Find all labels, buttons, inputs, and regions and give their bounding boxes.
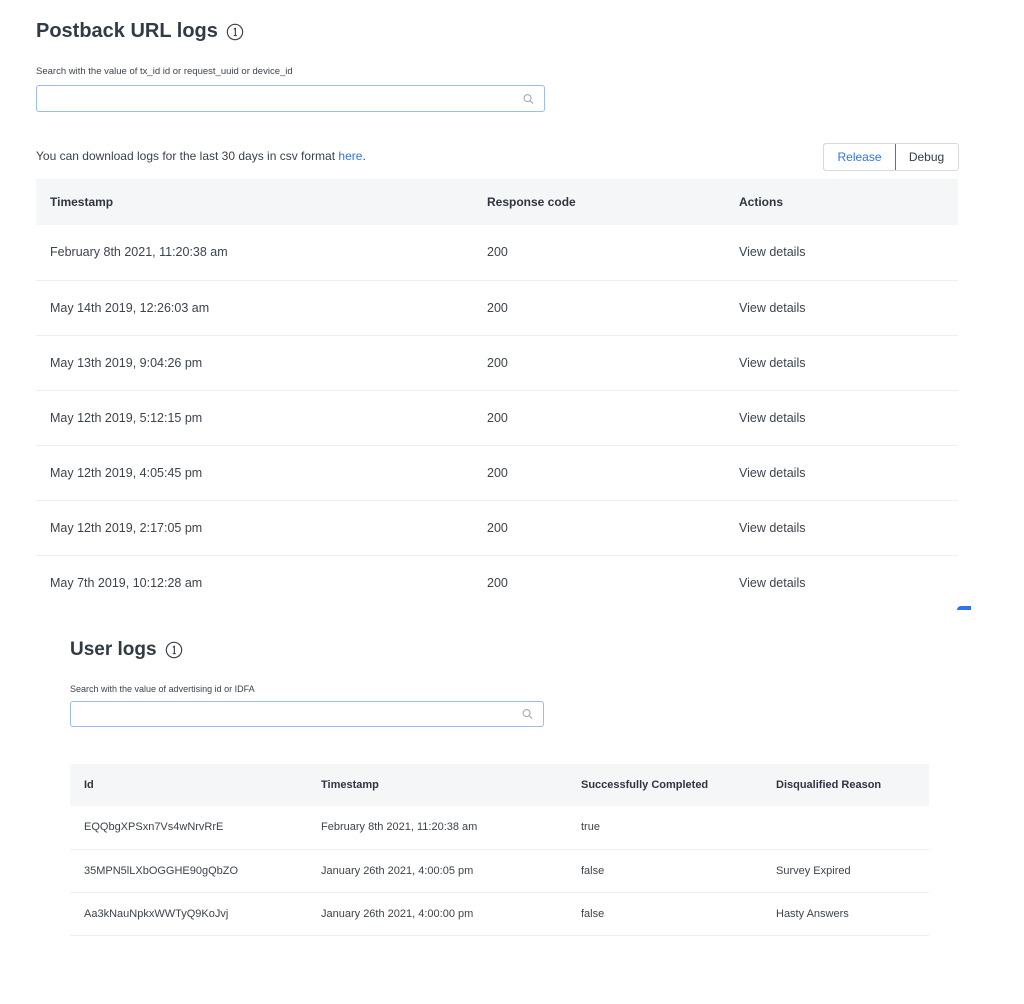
column-header-completed: Successfully Completed (581, 779, 709, 791)
postback-search-label: Search with the value of tx_id id or req… (36, 66, 293, 77)
info-icon[interactable] (165, 641, 183, 659)
table-row: May 7th 2019, 10:12:28 am 200 View detai… (36, 555, 958, 610)
row-timestamp: January 26th 2021, 4:00:00 pm (321, 907, 474, 920)
debug-toggle-button[interactable]: Debug (896, 144, 957, 170)
row-response-code: 200 (487, 300, 508, 315)
column-header-disqualified-reason: Disqualified Reason (776, 779, 882, 791)
table-row: May 13th 2019, 9:04:26 pm 200 View detai… (36, 335, 958, 390)
userlogs-title-text: User logs (70, 639, 157, 660)
table-row: EQQbgXPSxn7Vs4wNrvRrE February 8th 2021,… (70, 806, 929, 849)
row-response-code: 200 (487, 465, 508, 480)
table-row: 35MPN5lLXbOGGHE90gQbZO January 26th 2021… (70, 849, 929, 892)
table-row: Aa3kNauNpkxWWTyQ9KoJvj January 26th 2021… (70, 892, 929, 935)
view-details-link[interactable]: View details (739, 280, 958, 335)
row-completed: true (581, 821, 600, 834)
column-header-timestamp: Timestamp (50, 195, 114, 209)
row-id: 35MPN5lLXbOGGHE90gQbZO (84, 864, 239, 877)
table-row: May 14th 2019, 12:26:03 am 200 View deta… (36, 280, 958, 335)
column-header-actions: Actions (739, 195, 784, 209)
postback-search-input[interactable] (37, 86, 544, 111)
row-reason: Hasty Answers (776, 907, 849, 920)
view-details-link[interactable]: View details (739, 225, 958, 280)
search-icon[interactable] (522, 709, 533, 720)
view-details-link[interactable]: View details (739, 500, 958, 555)
userlogs-search-input[interactable] (71, 702, 543, 726)
download-here-link[interactable]: here (338, 149, 362, 163)
postback-search-box (36, 85, 545, 112)
userlogs-search-label: Search with the value of advertising id … (70, 684, 255, 694)
row-completed: false (581, 907, 605, 920)
row-completed: false (581, 864, 605, 877)
table-row: May 12th 2019, 5:12:15 pm 200 View detai… (36, 390, 958, 445)
postback-title-text: Postback URL logs (36, 20, 218, 42)
search-icon[interactable] (523, 93, 534, 104)
row-timestamp: February 8th 2021, 11:20:38 am (50, 245, 228, 260)
userlogs-search-box (70, 701, 544, 727)
column-header-response-code: Response code (487, 195, 576, 209)
user-log-table: Id Timestamp Successfully Completed Disq… (70, 764, 929, 936)
row-timestamp: May 13th 2019, 9:04:26 pm (50, 355, 203, 370)
row-id: Aa3kNauNpkxWWTyQ9KoJvj (84, 907, 229, 920)
row-timestamp: May 12th 2019, 4:05:45 pm (50, 465, 203, 480)
view-details-link[interactable]: View details (739, 445, 958, 500)
view-details-link[interactable]: View details (739, 390, 958, 445)
row-reason (776, 806, 929, 849)
view-details-link[interactable]: View details (739, 335, 958, 390)
edge-marker (957, 606, 971, 610)
row-timestamp: January 26th 2021, 4:00:05 pm (321, 864, 474, 877)
row-response-code: 200 (487, 520, 508, 535)
row-response-code: 200 (487, 575, 508, 590)
table-row: May 12th 2019, 2:17:05 pm 200 View detai… (36, 500, 958, 555)
view-details-link[interactable]: View details (739, 555, 958, 610)
info-icon[interactable] (226, 23, 244, 41)
row-timestamp: May 12th 2019, 5:12:15 pm (50, 410, 203, 425)
download-note-text: You can download logs for the last 30 da… (36, 149, 336, 163)
row-response-code: 200 (487, 355, 508, 370)
row-reason: Survey Expired (776, 864, 851, 877)
row-response-code: 200 (487, 410, 508, 425)
postback-table-header: Timestamp Response code Actions (36, 179, 958, 225)
row-timestamp: May 12th 2019, 2:17:05 pm (50, 520, 203, 535)
row-id: EQQbgXPSxn7Vs4wNrvRrE (84, 821, 224, 834)
row-response-code: 200 (487, 245, 508, 260)
row-timestamp: May 7th 2019, 10:12:28 am (50, 575, 203, 590)
postback-log-table: Timestamp Response code Actions February… (36, 179, 958, 610)
download-note: You can download logs for the last 30 da… (36, 149, 366, 163)
userlogs-title: User logs (70, 639, 183, 661)
postback-title: Postback URL logs (36, 20, 244, 43)
row-timestamp: May 14th 2019, 12:26:03 am (50, 300, 210, 315)
log-mode-toggle: Release Debug (823, 143, 959, 171)
column-header-timestamp: Timestamp (321, 779, 379, 791)
table-row: February 8th 2021, 11:20:38 am 200 View … (36, 225, 958, 280)
userlogs-table-header: Id Timestamp Successfully Completed Disq… (70, 764, 929, 806)
release-toggle-button[interactable]: Release (824, 144, 896, 170)
download-note-suffix: . (362, 149, 366, 163)
table-row: May 12th 2019, 4:05:45 pm 200 View detai… (36, 445, 958, 500)
row-timestamp: February 8th 2021, 11:20:38 am (321, 821, 478, 834)
column-header-id: Id (84, 779, 94, 791)
